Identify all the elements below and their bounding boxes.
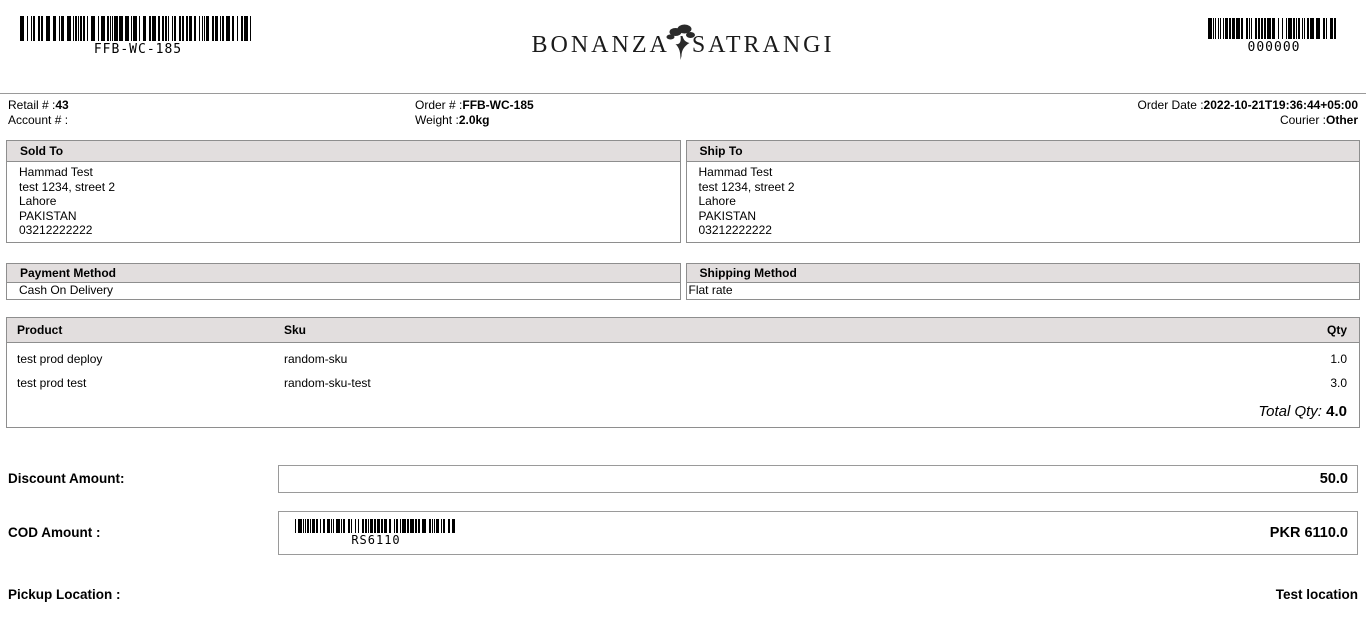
sold-to-body: Hammad Test test 1234, street 2 Lahore P… — [7, 162, 680, 242]
pickup-value: Test location — [1276, 587, 1358, 602]
table-row: test prod test random-sku-test 3.0 — [7, 376, 1359, 391]
product-table: Product Sku Qty test prod deploy random-… — [6, 317, 1360, 428]
ship-to-table: Ship To Hammad Test test 1234, street 2 … — [686, 140, 1361, 243]
order-date: Order Date :2022-10-21T19:36:44+05:00 — [1038, 98, 1358, 113]
discount-box: 50.0 — [278, 465, 1358, 493]
column-sku: Sku — [284, 323, 1277, 337]
total-qty: Total Qty: 4.0 — [7, 403, 1359, 427]
account-barcode-bars — [1208, 18, 1340, 39]
ship-to-country: PAKISTAN — [699, 209, 1354, 224]
retail-number: Retail # :43 — [8, 98, 415, 113]
payment-method-table: Payment Method Cash On Delivery — [6, 263, 681, 300]
account-barcode: 000000 — [1208, 18, 1340, 55]
ship-to-header: Ship To — [687, 141, 1360, 162]
sold-to-table: Sold To Hammad Test test 1234, street 2 … — [6, 140, 681, 243]
table-row: test prod deploy random-sku 1.0 — [7, 352, 1359, 367]
sold-to-name: Hammad Test — [19, 165, 674, 180]
label-header: FFB-WC-185 BONANZA SATRANGI 000000 — [0, 0, 1366, 78]
sold-to-phone: 03212222222 — [19, 223, 674, 238]
sold-to-city: Lahore — [19, 194, 674, 209]
total-qty-value: 4.0 — [1326, 403, 1347, 420]
cod-barcode-label: RS6110 — [295, 533, 457, 547]
account-number: Account # : — [8, 113, 415, 128]
account-barcode-label: 000000 — [1208, 40, 1340, 55]
order-info-right: Order Date :2022-10-21T19:36:44+05:00 Co… — [1038, 98, 1358, 128]
discount-label: Discount Amount: — [8, 471, 278, 486]
sold-to-header: Sold To — [7, 141, 680, 162]
total-qty-label: Total Qty: — [1258, 403, 1322, 420]
product-table-header: Product Sku Qty — [7, 318, 1359, 343]
methods-section: Payment Method Cash On Delivery Shipping… — [6, 263, 1360, 300]
column-qty: Qty — [1277, 323, 1347, 337]
product-sku: random-sku — [284, 352, 1277, 367]
sold-to-street: test 1234, street 2 — [19, 180, 674, 195]
brand-name-right: SATRANGI — [692, 32, 835, 59]
order-weight: Weight :2.0kg — [415, 113, 1038, 128]
shipping-method-header: Shipping Method — [687, 264, 1360, 283]
shipping-method-value: Flat rate — [687, 283, 1360, 299]
order-barcode: FFB-WC-185 — [20, 16, 256, 57]
cod-barcode-bars — [295, 519, 457, 533]
sold-to-country: PAKISTAN — [19, 209, 674, 224]
discount-value: 50.0 — [1320, 471, 1348, 487]
payment-method-value: Cash On Delivery — [7, 283, 680, 299]
order-info: Retail # :43 Account # : Order # :FFB-WC… — [0, 94, 1366, 128]
product-name: test prod deploy — [17, 352, 284, 367]
pickup-label: Pickup Location : — [8, 587, 121, 602]
product-name: test prod test — [17, 376, 284, 391]
cod-label: COD Amount : — [8, 525, 278, 540]
pickup-row: Pickup Location : Test location — [8, 587, 1358, 602]
order-info-middle: Order # :FFB-WC-185 Weight :2.0kg — [415, 98, 1038, 128]
column-product: Product — [17, 323, 284, 337]
courier: Courier :Other — [1038, 113, 1358, 128]
ship-to-name: Hammad Test — [699, 165, 1354, 180]
product-sku: random-sku-test — [284, 376, 1277, 391]
ship-to-body: Hammad Test test 1234, street 2 Lahore P… — [687, 162, 1360, 242]
product-qty: 1.0 — [1277, 352, 1347, 367]
order-number: Order # :FFB-WC-185 — [415, 98, 1038, 113]
cod-box: RS6110 PKR 6110.0 — [278, 511, 1358, 555]
cod-amount-value: PKR 6110.0 — [1270, 525, 1348, 541]
payment-method-header: Payment Method — [7, 264, 680, 283]
discount-row: Discount Amount: 50.0 — [8, 465, 1358, 493]
shipping-method-table: Shipping Method Flat rate — [686, 263, 1361, 300]
brand-name-left: BONANZA — [531, 32, 669, 59]
cod-barcode: RS6110 — [295, 519, 457, 547]
ship-to-phone: 03212222222 — [699, 223, 1354, 238]
ship-to-street: test 1234, street 2 — [699, 180, 1354, 195]
ship-to-city: Lahore — [699, 194, 1354, 209]
order-info-left: Retail # :43 Account # : — [8, 98, 415, 128]
cod-row: COD Amount : RS6110 PKR 6110.0 — [8, 511, 1358, 555]
product-qty: 3.0 — [1277, 376, 1347, 391]
order-barcode-bars — [20, 16, 256, 41]
brand-logo: BONANZA SATRANGI — [531, 24, 834, 59]
address-section: Sold To Hammad Test test 1234, street 2 … — [6, 140, 1360, 243]
order-barcode-label: FFB-WC-185 — [20, 42, 256, 57]
